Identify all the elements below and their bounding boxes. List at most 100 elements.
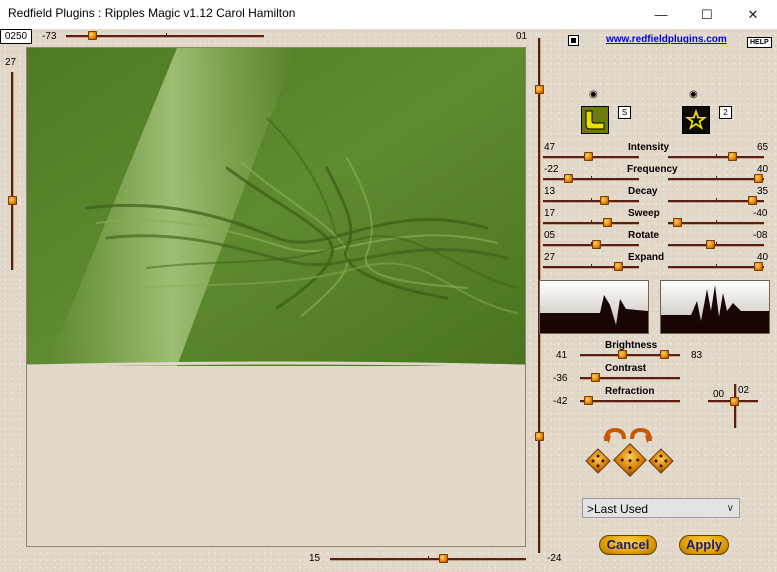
title-bar: Redfield Plugins : Ripples Magic v1.12 C… [0, 0, 777, 30]
sweep-label: Sweep [628, 208, 660, 219]
light-x-value: 00 [713, 389, 725, 400]
x-offset-knob[interactable] [88, 31, 97, 40]
vertical-slider-knob-1[interactable] [535, 85, 544, 94]
expand-label: Expand [628, 252, 665, 263]
intensity-left-value: 47 [544, 142, 556, 153]
zoom-knob[interactable] [439, 554, 448, 563]
vertical-slider-knob-2[interactable] [535, 432, 544, 441]
contrast-label: Contrast [605, 363, 647, 374]
rotate-left-knob[interactable] [592, 240, 601, 249]
intensity-right-track[interactable] [668, 156, 764, 159]
zoom-center-tick [428, 556, 429, 558]
vertical-slider-top-value: 01 [516, 31, 528, 42]
rotate-right-value: -08 [753, 230, 768, 241]
website-link[interactable]: www.redfieldplugins.com [606, 34, 727, 45]
help-button[interactable]: HELP [747, 37, 772, 48]
sweep-left-tick [591, 220, 592, 222]
sweep-right-track[interactable] [668, 222, 764, 225]
shape-swatch-left[interactable] [581, 106, 609, 134]
frequency-left-track[interactable] [543, 178, 639, 181]
sweep-right-tick [716, 220, 717, 222]
y-offset-track[interactable] [11, 72, 14, 270]
y-offset-knob[interactable] [8, 196, 17, 205]
eye-icon[interactable]: ◉ [589, 89, 598, 100]
preview-panel[interactable] [26, 47, 526, 547]
apply-button[interactable]: Apply [679, 535, 729, 555]
sweep-left-track[interactable] [543, 222, 639, 225]
light-y-track[interactable] [734, 384, 737, 428]
color-picker-button[interactable] [568, 35, 579, 46]
zoom-track[interactable] [330, 558, 526, 561]
color-square-icon [571, 38, 576, 43]
waveform-left-graph [540, 281, 648, 333]
x-offset-value: -73 [42, 31, 57, 42]
brightness-left-value: 41 [556, 350, 568, 361]
rotate-right-track[interactable] [668, 244, 764, 247]
contrast-value: -36 [553, 373, 568, 384]
dice-dot [590, 458, 596, 464]
preset-selected-value: >Last Used [587, 502, 649, 516]
shape-right-number[interactable]: 2 [719, 106, 732, 119]
undo-arrow-icon[interactable] [603, 427, 627, 446]
light-y-value: 02 [738, 385, 750, 396]
light-position-knob[interactable] [730, 397, 739, 406]
corner-shape-icon [585, 110, 605, 130]
seed-box[interactable]: 0250 [0, 29, 32, 44]
sweep-right-knob[interactable] [673, 218, 682, 227]
sweep-left-knob[interactable] [603, 218, 612, 227]
preset-select[interactable]: >Last Used ∨ [582, 498, 740, 518]
shape-left-number[interactable]: S [618, 106, 631, 119]
maximize-button[interactable]: ☐ [684, 0, 730, 29]
sweep-left-value: 17 [544, 208, 556, 219]
brightness-knob-right[interactable] [660, 350, 669, 359]
refraction-value: -42 [553, 396, 568, 407]
contrast-knob[interactable] [591, 373, 600, 382]
vertical-slider-bottom-value: -24 [547, 553, 562, 564]
waveform-display-left [539, 280, 649, 334]
decay-left-knob[interactable] [600, 196, 609, 205]
expand-left-track[interactable] [543, 266, 639, 269]
close-button[interactable]: ✕ [730, 0, 776, 29]
dice-dot [595, 463, 601, 469]
frequency-right-tick [716, 176, 717, 178]
dice-dot [595, 453, 601, 459]
intensity-left-knob[interactable] [584, 152, 593, 161]
redo-arrow-icon[interactable] [629, 427, 653, 446]
frequency-right-track[interactable] [668, 178, 764, 181]
dice-dot [627, 465, 633, 470]
dice-dot [658, 453, 664, 459]
expand-left-tick [591, 264, 592, 266]
dice-dot [627, 457, 633, 463]
refraction-knob[interactable] [584, 396, 593, 405]
y-offset-value: 27 [5, 57, 17, 68]
rotate-left-value: 05 [544, 230, 556, 241]
frequency-right-knob[interactable] [754, 174, 763, 183]
rotate-left-track[interactable] [543, 244, 639, 247]
intensity-right-knob[interactable] [728, 152, 737, 161]
expand-left-knob[interactable] [614, 262, 623, 271]
chevron-down-icon: ∨ [726, 503, 734, 514]
rotate-right-tick [716, 242, 717, 244]
dice-dot [663, 458, 669, 464]
expand-right-knob[interactable] [754, 262, 763, 271]
eye-icon[interactable]: ◉ [689, 89, 698, 100]
dice-dot [653, 458, 659, 464]
decay-right-knob[interactable] [748, 196, 757, 205]
waveform-right-graph [661, 281, 769, 333]
refraction-track[interactable] [580, 400, 680, 403]
frequency-left-knob[interactable] [564, 174, 573, 183]
shape-swatch-right[interactable] [682, 106, 710, 134]
expand-right-track[interactable] [668, 266, 764, 269]
decay-left-track[interactable] [543, 200, 639, 203]
expand-left-value: 27 [544, 252, 556, 263]
brightness-knob-left[interactable] [618, 350, 627, 359]
decay-label: Decay [628, 186, 658, 197]
cancel-button[interactable]: Cancel [599, 535, 657, 555]
minimize-button[interactable]: — [638, 0, 684, 29]
window-title: Redfield Plugins : Ripples Magic v1.12 C… [8, 6, 296, 20]
rotate-right-knob[interactable] [706, 240, 715, 249]
brightness-right-value: 83 [691, 350, 703, 361]
intensity-right-tick [716, 154, 717, 156]
intensity-label: Intensity [628, 142, 670, 153]
decay-right-value: 35 [757, 186, 769, 197]
